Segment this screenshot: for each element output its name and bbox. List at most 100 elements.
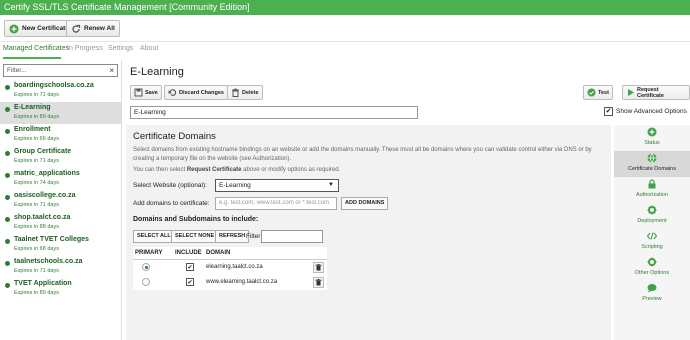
include-checkbox[interactable]: ✔ (186, 278, 194, 286)
request-certificate-button[interactable]: Request Certificate (622, 85, 690, 100)
list-item[interactable]: E-Learning Expires in 89 days (0, 102, 121, 124)
table-row: ✔ elearning.taalct.co.za (133, 260, 327, 275)
refresh-button[interactable]: REFRESH (215, 230, 250, 243)
select-website-label: Select Website (optional): (133, 182, 207, 189)
add-domains-label: Add domains to certificate: (133, 200, 210, 207)
list-item[interactable]: Group Certificate Expires in 71 days (0, 146, 121, 168)
status-dot-icon (5, 173, 10, 178)
select-all-button[interactable]: SELECT ALL (133, 230, 175, 243)
trash-icon (315, 264, 322, 271)
select-none-button[interactable]: SELECT NONE (171, 230, 219, 243)
nav-authorization[interactable]: Authorization (614, 177, 690, 203)
undo-icon (168, 88, 177, 97)
list-item[interactable]: Enrollment Expires in 66 days (0, 124, 121, 146)
add-domains-button[interactable]: ADD DOMAINS (341, 197, 389, 210)
certificate-expiry: Expires in 88 days (14, 224, 59, 230)
certificate-expiry: Expires in 80 days (14, 290, 59, 296)
new-certificate-button[interactable]: New Certificate (4, 20, 74, 37)
chevron-down-icon: ▼ (328, 182, 334, 188)
status-dot-icon (5, 85, 10, 90)
tab-about[interactable]: About (140, 45, 158, 52)
discard-changes-button[interactable]: Discard Changes (164, 85, 228, 100)
new-certificate-label: New Certificate (22, 25, 69, 32)
certificate-name: taalnetschools.co.za (14, 258, 83, 265)
tab-in-progress[interactable]: In Progress (67, 45, 103, 52)
nav-certificate-domains-label: Certificate Domains (628, 166, 676, 172)
primary-radio[interactable] (142, 263, 150, 271)
nav-deployment[interactable]: Deployment (614, 203, 690, 229)
list-item[interactable]: boardingschoolsa.co.za Expires in 71 days (0, 80, 121, 102)
column-include: INCLUDE (175, 250, 202, 256)
request-certificate-label: Request Certificate (637, 86, 664, 99)
status-dot-icon (5, 261, 10, 266)
certificate-expiry: Expires in 74 days (14, 180, 59, 186)
filter-placeholder: Filter... (7, 67, 27, 74)
domain-name: www.elearning.taalct.co.za (206, 279, 278, 285)
certificate-expiry: Expires in 71 days (14, 92, 59, 98)
nav-other-options-label: Other Options (634, 270, 670, 276)
save-icon (134, 88, 143, 97)
list-item[interactable]: Taalnet TVET Colleges Expires in 68 days (0, 234, 121, 256)
gear-icon (647, 205, 657, 215)
globe-icon (647, 153, 657, 163)
status-dot-icon (5, 217, 10, 222)
certificate-name: boardingschoolsa.co.za (14, 82, 94, 89)
delete-label: Delete (242, 89, 259, 96)
save-button[interactable]: Save (130, 85, 162, 100)
nav-status-label: Status (644, 140, 660, 146)
delete-domain-button[interactable] (313, 262, 324, 273)
list-item[interactable]: TVET Application Expires in 80 days (0, 278, 121, 300)
gear-icon (647, 257, 657, 267)
renew-all-button[interactable]: Renew All (66, 20, 120, 37)
nav-scripting[interactable]: Scripting (614, 229, 690, 255)
instructions-bold: Request Certificate (186, 167, 242, 173)
clear-filter-icon[interactable]: × (109, 65, 114, 76)
delete-button[interactable]: Delete (227, 85, 263, 100)
checkbox-checked-icon[interactable]: ✔ (604, 107, 613, 116)
chat-bubble-icon (647, 283, 657, 293)
tab-managed-certificates[interactable]: Managed Certificates (3, 45, 69, 52)
certificate-expiry: Expires in 71 days (14, 268, 59, 274)
show-advanced-toggle[interactable]: ✔ Show Advanced Options (604, 107, 687, 116)
certificate-name-field[interactable]: E-Learning (130, 106, 418, 119)
domain-filter-input[interactable] (261, 230, 323, 243)
code-icon (647, 231, 657, 241)
certificate-name: Taalnet TVET Colleges (14, 236, 89, 243)
nav-authorization-label: Authorization (635, 192, 669, 198)
test-button[interactable]: Test (583, 85, 613, 100)
filter-label: Filter: (246, 233, 263, 240)
select-website-value: E-Learning (219, 182, 251, 189)
tab-settings[interactable]: Settings (108, 45, 133, 52)
certificate-detail: E-Learning Save Discard Changes Delete T… (123, 60, 690, 340)
add-domains-input[interactable]: e.g. test.com, www.test.com or *.test.co… (215, 197, 337, 210)
status-dot-icon (5, 195, 10, 200)
nav-certificate-domains[interactable]: Certificate Domains (614, 151, 690, 177)
certificate-expiry: Expires in 66 days (14, 136, 59, 142)
lock-icon (647, 179, 657, 189)
primary-radio[interactable] (142, 278, 150, 286)
certificate-sidebar: Filter... × boardingschoolsa.co.za Expire… (0, 60, 122, 340)
nav-scripting-label: Scripting (641, 244, 663, 250)
active-tab-indicator (3, 57, 61, 59)
delete-domain-button[interactable] (313, 277, 324, 288)
nav-status[interactable]: Status (614, 125, 690, 151)
section-title: Certificate Domains (133, 131, 216, 142)
certificate-filter-input[interactable]: Filter... × (3, 64, 118, 77)
list-item[interactable]: taalnetschools.co.za Expires in 71 days (0, 256, 121, 278)
include-checkbox[interactable]: ✔ (186, 263, 194, 271)
select-website-dropdown[interactable]: E-Learning ▼ (215, 179, 339, 192)
nav-preview[interactable]: Preview (614, 281, 690, 307)
column-primary: PRIMARY (135, 250, 163, 256)
list-item[interactable]: matric_applications Expires in 74 days (0, 168, 121, 190)
nav-other-options[interactable]: Other Options (614, 255, 690, 281)
status-dot-icon (5, 151, 10, 156)
instructions-text-end: above or modify options as required. (241, 167, 341, 173)
list-item[interactable]: shop.taalct.co.za Expires in 88 days (0, 212, 121, 234)
certificate-domains-panel: Certificate Domains Select domains from … (126, 125, 611, 340)
certificate-name: TVET Application (14, 280, 72, 287)
column-domain: DOMAIN (206, 250, 231, 256)
list-item[interactable]: oasiscollege.co.za Expires in 71 days (0, 190, 121, 212)
trash-icon (315, 279, 322, 286)
page-title: E-Learning (130, 66, 184, 78)
certificate-name: E-Learning (14, 104, 51, 111)
